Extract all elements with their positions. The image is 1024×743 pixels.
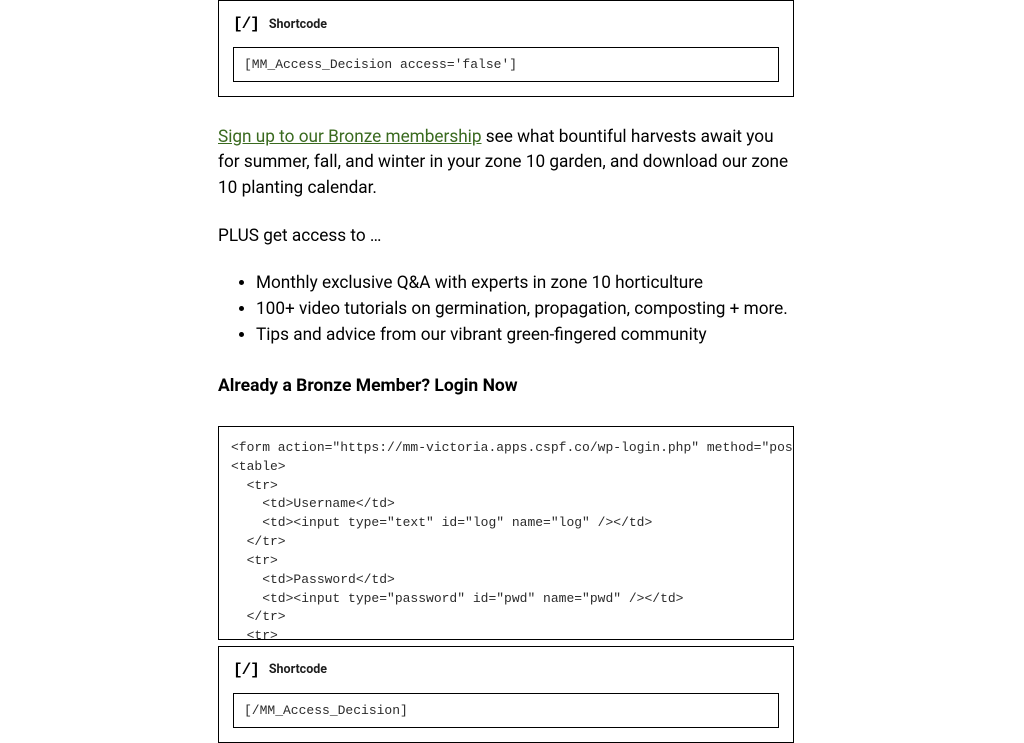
shortcode-block: [/] Shortcode [218, 0, 794, 97]
shortcode-label: Shortcode [269, 16, 327, 35]
feature-list: Monthly exclusive Q&A with experts in zo… [218, 270, 794, 348]
list-item: Tips and advice from our vibrant green-f… [256, 322, 794, 348]
login-heading: Already a Bronze Member? Login Now [218, 374, 794, 400]
shortcode-input[interactable] [233, 47, 779, 82]
shortcode-block: [/] Shortcode [218, 646, 794, 743]
shortcode-label: Shortcode [269, 661, 327, 680]
signup-paragraph: Sign up to our Bronze membership see wha… [218, 125, 794, 202]
shortcode-input[interactable] [233, 693, 779, 728]
list-item: 100+ video tutorials on germination, pro… [256, 296, 794, 322]
shortcode-header: [/] Shortcode [233, 659, 779, 683]
shortcode-icon: [/] [233, 13, 259, 37]
signup-link[interactable]: Sign up to our Bronze membership [218, 127, 482, 147]
plus-paragraph: PLUS get access to … [218, 224, 794, 249]
shortcode-icon: [/] [233, 659, 259, 683]
list-item: Monthly exclusive Q&A with experts in zo… [256, 270, 794, 296]
shortcode-header: [/] Shortcode [233, 13, 779, 37]
html-code-block[interactable]: <form action="https://mm-victoria.apps.c… [218, 426, 794, 640]
